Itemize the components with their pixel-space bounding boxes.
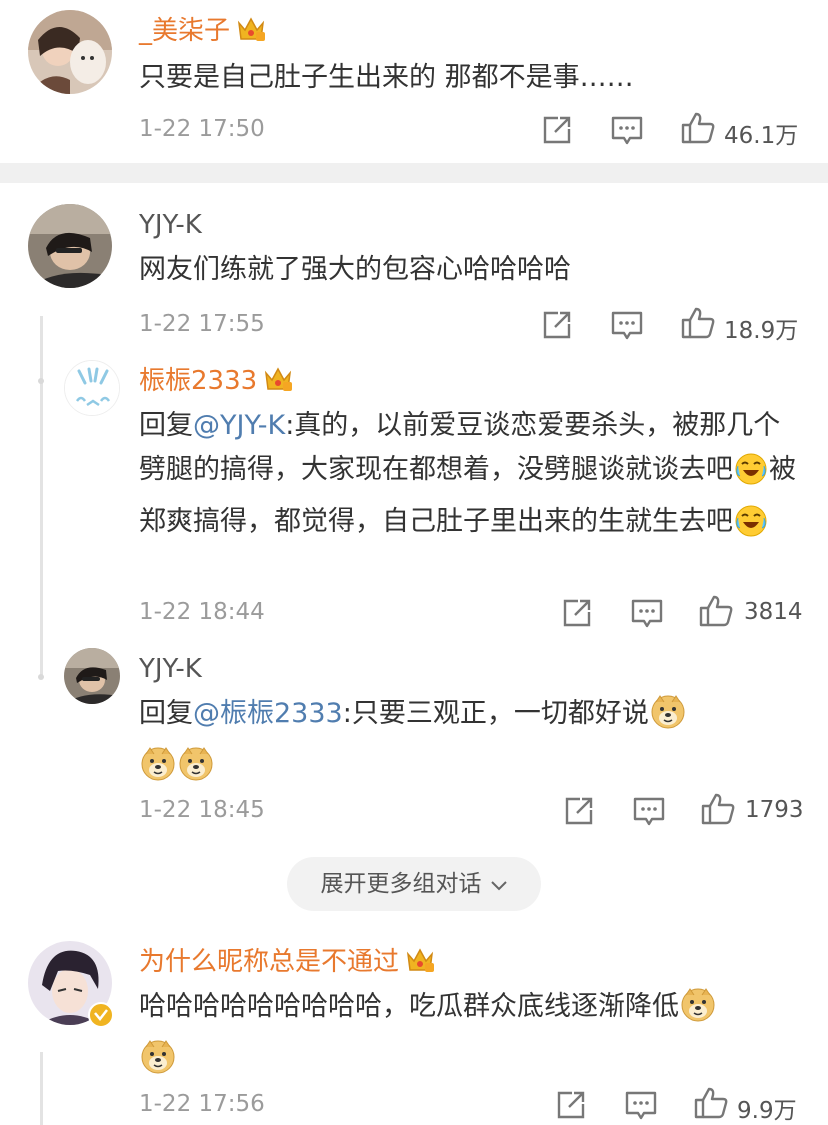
- doge-emoji: [140, 746, 176, 796]
- comment-icon[interactable]: [610, 309, 644, 345]
- comment-text: 哈哈哈哈哈哈哈哈哈，吃瓜群众底线逐渐降低: [139, 985, 819, 1089]
- username[interactable]: _美柒子: [139, 14, 266, 52]
- thread-dot: [38, 378, 44, 384]
- share-icon[interactable]: [561, 597, 593, 633]
- comment-icon[interactable]: [632, 795, 666, 831]
- doge-emoji: [140, 1039, 176, 1089]
- avatar[interactable]: [28, 10, 112, 94]
- thumbs-up-icon[interactable]: [680, 111, 716, 149]
- comment-time: 1-22 17:56: [139, 1091, 265, 1117]
- username[interactable]: YJY-K: [139, 208, 202, 242]
- thumbs-up-icon[interactable]: [700, 792, 736, 830]
- mention-link[interactable]: @YJY-K: [193, 410, 285, 441]
- like-count: 18.9万: [724, 318, 799, 344]
- thread-line: [40, 316, 43, 678]
- reply-time: 1-22 18:44: [139, 599, 265, 625]
- comment-icon[interactable]: [630, 597, 664, 633]
- comment-text: 只要是自己肚子生出来的 那都不是事……: [139, 62, 634, 93]
- expand-more-button[interactable]: 展开更多组对话: [287, 857, 541, 911]
- chevron-down-icon: [490, 858, 508, 912]
- crown-icon: [263, 365, 293, 402]
- reply-text: 回复@桭桭2333:只要三观正，一切都好说: [139, 692, 799, 796]
- doge-emoji: [650, 694, 686, 744]
- comment-icon[interactable]: [610, 114, 644, 150]
- thumbs-up-icon[interactable]: [693, 1086, 729, 1124]
- like-count: 3814: [744, 599, 803, 625]
- reply-text: 回复@YJY-K:真的，以前爱豆谈恋爱要杀头，被那几个劈腿的搞得，大家现在都想着…: [139, 404, 799, 552]
- share-icon[interactable]: [555, 1089, 587, 1125]
- comment-icon[interactable]: [624, 1089, 658, 1125]
- thumbs-up-icon[interactable]: [698, 594, 734, 632]
- share-icon[interactable]: [541, 114, 573, 150]
- share-icon[interactable]: [541, 309, 573, 345]
- reply-time: 1-22 18:45: [139, 797, 265, 823]
- crown-icon: [236, 15, 266, 52]
- username[interactable]: YJY-K: [139, 652, 202, 686]
- comment-time: 1-22 17:55: [139, 311, 265, 337]
- section-separator: [0, 163, 828, 183]
- doge-emoji: [178, 746, 214, 796]
- username[interactable]: 桭桭2333: [139, 364, 293, 402]
- doge-emoji: [680, 987, 716, 1037]
- crown-icon: [405, 946, 435, 983]
- comment-time: 1-22 17:50: [139, 116, 265, 142]
- laugh-cry-emoji: [734, 452, 768, 500]
- like-count: 9.9万: [737, 1098, 797, 1124]
- mention-link[interactable]: @桭桭2333: [193, 698, 343, 729]
- thread-dot: [38, 674, 44, 680]
- laugh-cry-emoji: [734, 504, 768, 552]
- verified-badge-icon: [88, 1002, 114, 1028]
- comment-text: 网友们练就了强大的包容心哈哈哈哈: [139, 254, 571, 285]
- like-count: 46.1万: [724, 123, 799, 149]
- thumbs-up-icon[interactable]: [680, 306, 716, 344]
- username[interactable]: 为什么昵称总是不通过: [139, 945, 435, 983]
- share-icon[interactable]: [563, 795, 595, 831]
- avatar[interactable]: [64, 648, 120, 704]
- like-count: 1793: [745, 797, 804, 823]
- avatar[interactable]: [64, 360, 120, 416]
- thread-line: [40, 1052, 43, 1125]
- avatar[interactable]: [28, 204, 112, 288]
